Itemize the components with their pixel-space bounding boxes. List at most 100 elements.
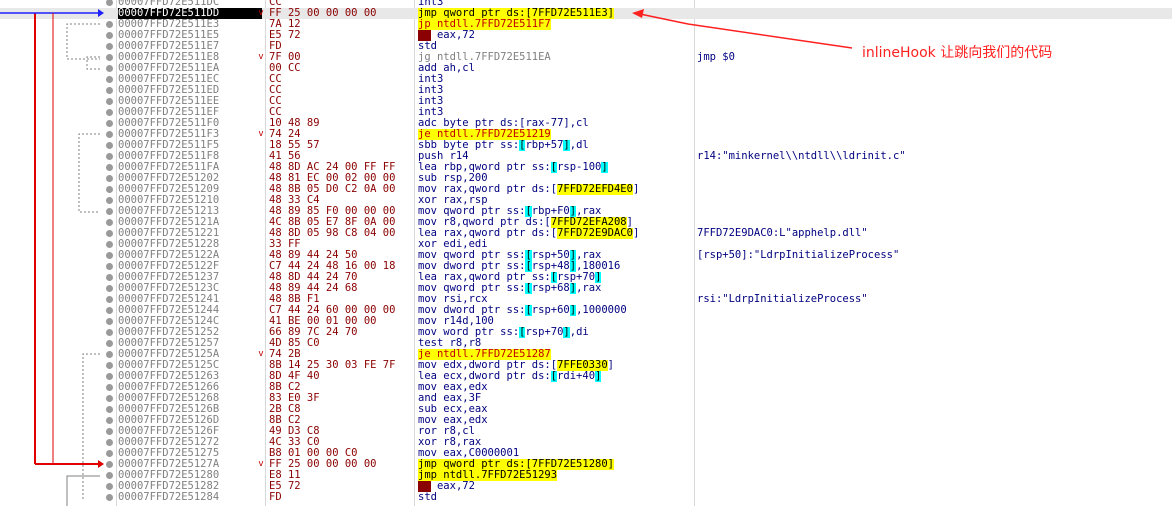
breakpoint-dot-icon[interactable] (106, 461, 113, 468)
instruction-row[interactable]: 00007FFD72E51228 33 FF xor edi,edi (0, 239, 1172, 250)
breakpoint-dot-icon[interactable] (106, 483, 113, 490)
breakpoint-dot-icon[interactable] (106, 76, 113, 83)
instruction-row[interactable]: 00007FFD72E51266 8B C2 mov eax,edx (0, 382, 1172, 393)
breakpoint-dot-icon[interactable] (106, 307, 113, 314)
instruction-row[interactable]: 00007FFD72E51241 48 8B F1 mov rsi,rcx rsi:"… (0, 294, 1172, 305)
breakpoint-dot-icon[interactable] (106, 296, 113, 303)
breakpoint-dot-icon[interactable] (106, 263, 113, 270)
breakpoint-dot-icon[interactable] (106, 175, 113, 182)
breakpoint-dot-icon[interactable] (106, 120, 113, 127)
branch-marker-icon: v (258, 129, 264, 139)
instruction-row[interactable]: 00007FFD72E51268 83 E0 3F and eax,3F (0, 393, 1172, 404)
breakpoint-dot-icon[interactable] (106, 98, 113, 105)
instruction-row[interactable]: 00007FFD72E511EE CC int3 (0, 96, 1172, 107)
breakpoint-dot-icon[interactable] (106, 351, 113, 358)
breakpoint-dot-icon[interactable] (106, 109, 113, 116)
instruction-row[interactable]: 00007FFD72E511EC CC int3 (0, 74, 1172, 85)
breakpoint-dot-icon[interactable] (106, 494, 113, 501)
instruction-row[interactable]: 00007FFD72E5126D 8B C2 mov eax,edx (0, 415, 1172, 426)
breakpoint-dot-icon[interactable] (106, 87, 113, 94)
instruction-row[interactable]: 00007FFD72E5122F C7 44 24 48 16 00 18 mov … (0, 261, 1172, 272)
asm-token: jmp qword ptr ds:[ (418, 8, 532, 19)
asm-token: rsp+60 (531, 305, 570, 316)
instruction-row[interactable]: 00007FFD72E51257 4D 85 C0 test r8,r8 (0, 338, 1172, 349)
instruction-row[interactable]: 00007FFD72E5127A v FF 25 00 00 00 00 jmp qw… (0, 459, 1172, 470)
breakpoint-dot-icon[interactable] (106, 230, 113, 237)
instruction-row[interactable]: 00007FFD72E511FA 48 8D AC 24 00 FF FF lea … (0, 162, 1172, 173)
breakpoint-dot-icon[interactable] (106, 131, 113, 138)
bytes-cell: B8 01 00 00 C0 (269, 448, 358, 459)
breakpoint-dot-icon[interactable] (106, 340, 113, 347)
breakpoint-dot-icon[interactable] (106, 318, 113, 325)
breakpoint-dot-icon[interactable] (106, 252, 113, 259)
breakpoint-dot-icon[interactable] (106, 32, 113, 39)
breakpoint-dot-icon[interactable] (106, 164, 113, 171)
instruction-row[interactable]: 00007FFD72E51237 48 8D 44 24 70 lea rax,qw… (0, 272, 1172, 283)
instruction-row[interactable]: 00007FFD72E5123C 48 89 44 24 68 mov qword … (0, 283, 1172, 294)
instruction-row[interactable]: 00007FFD72E5124C 41 BE 00 01 00 00 mov r14… (0, 316, 1172, 327)
breakpoint-dot-icon[interactable] (106, 0, 113, 6)
instruction-row[interactable]: 00007FFD72E51280 E8 11 jmp ntdll.7FFD72E51… (0, 470, 1172, 481)
instruction-row[interactable]: 00007FFD72E51209 48 8B 05 D0 C2 0A 00 mov … (0, 184, 1172, 195)
comment-cell (697, 118, 997, 129)
instruction-row[interactable]: 00007FFD72E511F3 v 74 24 je ntdll.7FFD72E51… (0, 129, 1172, 140)
instruction-row[interactable]: 00007FFD72E51244 C7 44 24 60 00 00 00 mov … (0, 305, 1172, 316)
breakpoint-dot-icon[interactable] (106, 395, 113, 402)
instruction-row[interactable]: 00007FFD72E511F8 41 56 push r14 r14:"minker… (0, 151, 1172, 162)
breakpoint-dot-icon[interactable] (106, 142, 113, 149)
instruction-row[interactable]: 00007FFD72E511DD v FF 25 00 00 00 00 jmp qw… (0, 8, 1172, 19)
comment-cell (697, 305, 997, 316)
breakpoint-dot-icon[interactable] (106, 384, 113, 391)
breakpoint-dot-icon[interactable] (106, 65, 113, 72)
disassembly-view[interactable]: 00007FFD72E511DC CC int3 00007FFD72E511DD v F… (0, 0, 1172, 506)
instruction-row[interactable]: 00007FFD72E51263 8D 4F 40 lea ecx,dword pt… (0, 371, 1172, 382)
instruction-row[interactable]: 00007FFD72E511E3 7A 12 jp ntdll.7FFD72E511… (0, 19, 1172, 30)
instruction-row[interactable]: 00007FFD72E51252 66 89 7C 24 70 mov word p… (0, 327, 1172, 338)
instruction-row[interactable]: 00007FFD72E51210 48 33 C4 xor rax,rsp (0, 195, 1172, 206)
instruction-row[interactable]: 00007FFD72E51221 48 8D 05 98 C8 04 00 lea … (0, 228, 1172, 239)
instruction-row[interactable]: 00007FFD72E511EF CC int3 (0, 107, 1172, 118)
breakpoint-dot-icon[interactable] (106, 219, 113, 226)
instruction-row[interactable]: 00007FFD72E51272 4C 33 C0 xor r8,rax (0, 437, 1172, 448)
breakpoint-dot-icon[interactable] (106, 406, 113, 413)
breakpoint-dot-icon[interactable] (106, 417, 113, 424)
comment-cell (697, 162, 997, 173)
breakpoint-dot-icon[interactable] (106, 439, 113, 446)
instruction-row[interactable]: 00007FFD72E5121A 4C 8B 05 E7 8F 0A 00 mov … (0, 217, 1172, 228)
instruction-row[interactable]: 00007FFD72E51275 B8 01 00 00 C0 mov eax,C0… (0, 448, 1172, 459)
instruction-row[interactable]: 00007FFD72E5125A v 74 2B je ntdll.7FFD72E51… (0, 349, 1172, 360)
instruction-row[interactable]: 00007FFD72E511E5 E5 72 in eax,72 (0, 30, 1172, 41)
instruction-row[interactable]: 00007FFD72E511EA 00 CC add ah,cl (0, 63, 1172, 74)
breakpoint-dot-icon[interactable] (106, 472, 113, 479)
disassembly-cell: jmp qword ptr ds:[7FFD72E511E3] (418, 8, 694, 19)
breakpoint-dot-icon[interactable] (106, 186, 113, 193)
breakpoint-dot-icon[interactable] (106, 241, 113, 248)
breakpoint-dot-icon[interactable] (106, 362, 113, 369)
instruction-row[interactable]: 00007FFD72E5126F 49 D3 C8 ror r8,cl (0, 426, 1172, 437)
breakpoint-dot-icon[interactable] (106, 43, 113, 50)
breakpoint-dot-icon[interactable] (106, 208, 113, 215)
bytes-cell: 74 24 (269, 129, 301, 140)
instruction-row[interactable]: 00007FFD72E51284 FD std (0, 492, 1172, 503)
instruction-row[interactable]: 00007FFD72E51202 48 81 EC 00 02 00 00 sub … (0, 173, 1172, 184)
breakpoint-dot-icon[interactable] (106, 197, 113, 204)
breakpoint-dot-icon[interactable] (106, 274, 113, 281)
instruction-row[interactable]: 00007FFD72E51282 E5 72 in eax,72 (0, 481, 1172, 492)
instruction-row[interactable]: 00007FFD72E511F0 10 48 89 adc byte ptr ds:… (0, 118, 1172, 129)
instruction-row[interactable]: 00007FFD72E511ED CC int3 (0, 85, 1172, 96)
instruction-row[interactable]: 00007FFD72E5122A 48 89 44 24 50 mov qword … (0, 250, 1172, 261)
instruction-row[interactable]: 00007FFD72E5126B 2B C8 sub ecx,eax (0, 404, 1172, 415)
breakpoint-dot-icon[interactable] (106, 285, 113, 292)
breakpoint-dot-icon[interactable] (106, 153, 113, 160)
breakpoint-dot-icon[interactable] (106, 450, 113, 457)
instruction-row[interactable]: 00007FFD72E51213 48 89 85 F0 00 00 00 mov … (0, 206, 1172, 217)
instruction-row[interactable]: 00007FFD72E511F5 18 55 57 sbb byte ptr ss:… (0, 140, 1172, 151)
asm-token: 7FFD72E511E3 (531, 8, 608, 19)
breakpoint-dot-icon[interactable] (106, 54, 113, 61)
instruction-row[interactable]: 00007FFD72E5125C 8B 14 25 30 03 FE 7F mov … (0, 360, 1172, 371)
breakpoint-dot-icon[interactable] (106, 329, 113, 336)
breakpoint-dot-icon[interactable] (106, 373, 113, 380)
breakpoint-dot-icon[interactable] (106, 428, 113, 435)
instruction-row[interactable]: 00007FFD72E511DC CC int3 (0, 0, 1172, 8)
breakpoint-dot-icon[interactable] (106, 21, 113, 28)
